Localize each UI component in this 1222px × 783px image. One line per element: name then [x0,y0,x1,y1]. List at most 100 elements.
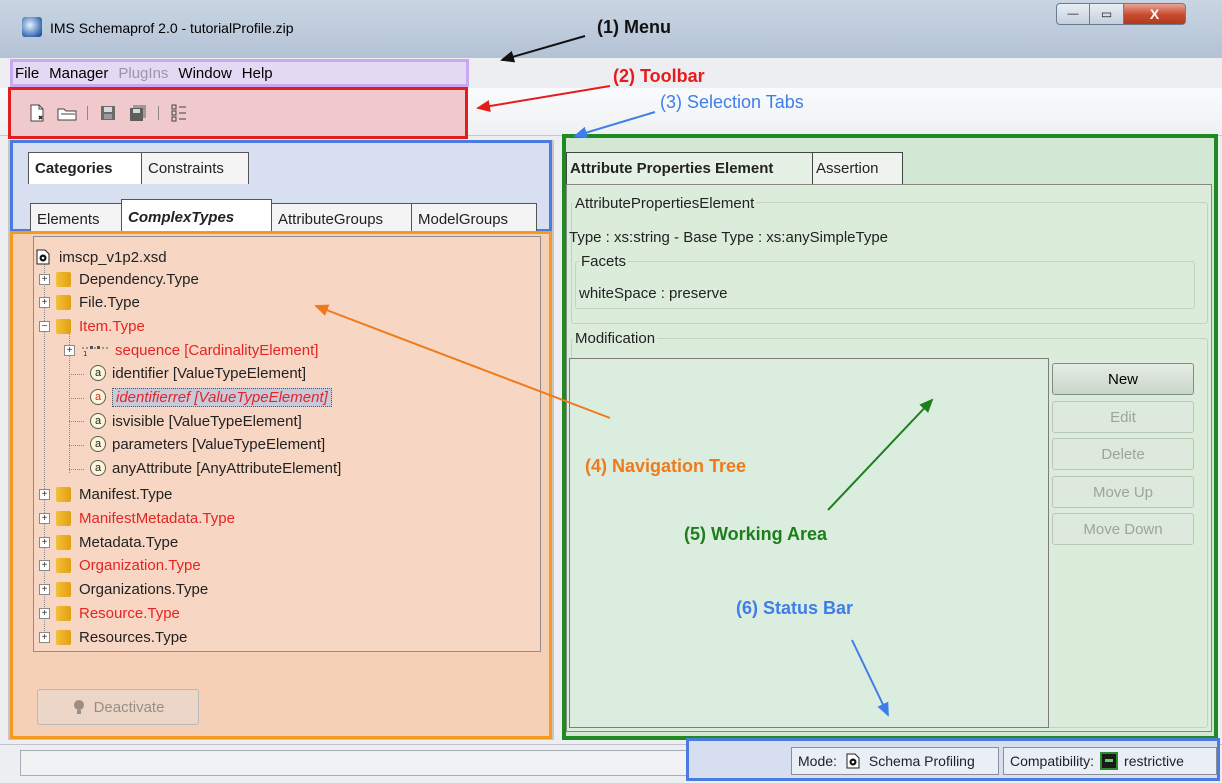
expand-icon[interactable]: + [39,559,50,571]
tree-node-metadata[interactable]: + Metadata.Type [39,531,178,553]
tree-node-manifest[interactable]: + Manifest.Type [39,483,172,505]
expand-icon[interactable]: + [39,296,50,308]
menu-help[interactable]: Help [242,65,273,82]
tab-constraints[interactable]: Constraints [141,152,249,184]
compat-label: Compatibility: [1010,753,1095,769]
move-up-button[interactable]: Move Up [1052,476,1194,508]
tree-root-label: imscp_v1p2.xsd [59,248,167,266]
folder-icon [56,294,71,310]
tree-node-organizations[interactable]: + Organizations.Type [39,578,208,600]
annotation-menu: (1) Menu [597,17,671,37]
tree-node-dependency[interactable]: + Dependency.Type [39,268,199,290]
status-mode: Mode: Schema Profiling [791,747,999,775]
open-folder-icon[interactable] [57,103,77,123]
tree-node-file[interactable]: + File.Type [39,291,140,313]
expand-icon[interactable]: + [39,631,50,643]
window-title: IMS Schemaprof 2.0 - tutorialProfile.zip [50,20,294,36]
schema-file-icon [36,249,50,265]
app-window: IMS Schemaprof 2.0 - tutorialProfile.zip… [0,0,1222,783]
tree-node-label: isvisible [ValueTypeElement] [112,412,302,430]
properties-legend: AttributePropertiesElement [573,195,757,212]
list-settings-icon[interactable] [169,103,189,123]
folder-icon [56,581,71,597]
new-button[interactable]: New [1052,363,1194,395]
menu-file[interactable]: File [15,65,39,82]
tab-complextypes[interactable]: ComplexTypes [121,199,272,235]
status-compatibility: Compatibility: restrictive [1003,747,1217,775]
deactivate-button[interactable]: Deactivate [37,689,199,725]
folder-icon [56,318,71,334]
schema-profiling-icon [846,753,860,769]
tree-node-label: identifier [ValueTypeElement] [112,364,306,382]
folder-icon [56,510,71,526]
expand-icon[interactable]: + [39,607,50,619]
annotation-working-area: (5) Working Area [684,524,828,544]
tree-node-label: Item.Type [79,317,145,335]
tree-node-resources[interactable]: + Resources.Type [39,626,187,648]
close-button[interactable]: X [1124,3,1186,25]
tree-node-anyattribute[interactable]: a anyAttribute [AnyAttributeElement] [90,457,341,479]
annotation-navigation-tree: (4) Navigation Tree [585,456,747,476]
tree-node-manifestmetadata[interactable]: + ManifestMetadata.Type [39,507,235,529]
tree-root[interactable]: imscp_v1p2.xsd [35,246,167,268]
tab-attribute-properties[interactable]: Attribute Properties Element [566,152,813,184]
tree-node-label: Manifest.Type [79,485,173,503]
new-document-icon[interactable] [27,103,47,123]
move-down-button[interactable]: Move Down [1052,513,1194,545]
save-icon[interactable] [98,103,118,123]
menu-plugins[interactable]: PlugIns [118,65,168,82]
expand-icon[interactable]: + [39,512,50,524]
toolbar-separator [158,106,159,120]
annotation-toolbar: (2) Toolbar [613,66,705,86]
folder-icon [56,557,71,573]
edit-button[interactable]: Edit [1052,401,1194,433]
folder-icon [56,486,71,502]
toolbar [8,87,468,139]
expand-icon[interactable]: + [39,536,50,548]
attribute-icon: a [90,460,106,476]
tree-node-item[interactable]: − Item.Type [39,315,145,337]
tree-node-parameters[interactable]: a parameters [ValueTypeElement] [90,433,325,455]
tree-node-resource[interactable]: + Resource.Type [39,602,180,624]
expand-icon[interactable]: + [39,583,50,595]
tree-node-label: Dependency.Type [79,270,199,288]
expand-icon[interactable]: + [39,273,50,285]
expand-icon[interactable]: + [39,488,50,500]
tree-node-sequence[interactable]: + 1 sequence [CardinalityElement] [64,339,318,361]
tree-node-identifier[interactable]: a identifier [ValueTypeElement] [90,362,306,384]
status-message [20,750,784,776]
expand-icon[interactable]: + [64,344,75,356]
delete-button[interactable]: Delete [1052,438,1194,470]
tree-node-label: identifierref [ValueTypeElement] [112,387,332,407]
close-icon: X [1149,6,1160,22]
lightbulb-icon [73,700,84,714]
folder-icon [56,534,71,550]
facet-line: whiteSpace : preserve [579,285,728,302]
modification-legend: Modification [573,330,658,347]
compat-value: restrictive [1124,753,1184,769]
attribute-icon: a [90,365,106,381]
facets-legend: Facets [579,253,629,270]
minimize-icon: — [1067,8,1079,20]
tab-categories[interactable]: Categories [28,152,142,184]
menu-manager[interactable]: Manager [49,65,108,82]
tree-node-label: Resources.Type [79,628,188,646]
tree-node-identifierref[interactable]: a identifierref [ValueTypeElement] [90,386,332,408]
maximize-button[interactable]: ▭ [1090,3,1124,25]
attribute-icon: a [90,413,106,429]
folder-icon [56,605,71,621]
tab-assertion[interactable]: Assertion [812,152,903,184]
collapse-icon[interactable]: − [39,320,50,332]
type-line: Type : xs:string - Base Type : xs:anySim… [569,229,889,246]
tree-node-isvisible[interactable]: a isvisible [ValueTypeElement] [90,410,302,432]
folder-icon [56,271,71,287]
tree-node-organization[interactable]: + Organization.Type [39,554,201,576]
tree-node-label: Metadata.Type [79,533,179,551]
app-icon [22,17,42,37]
menu-window[interactable]: Window [178,65,231,82]
tree-node-label: Organization.Type [79,556,201,574]
tree-node-label: anyAttribute [AnyAttributeElement] [112,459,342,477]
tree-node-label: parameters [ValueTypeElement] [112,435,326,453]
minimize-button[interactable]: — [1056,3,1090,25]
save-all-icon[interactable] [128,103,148,123]
